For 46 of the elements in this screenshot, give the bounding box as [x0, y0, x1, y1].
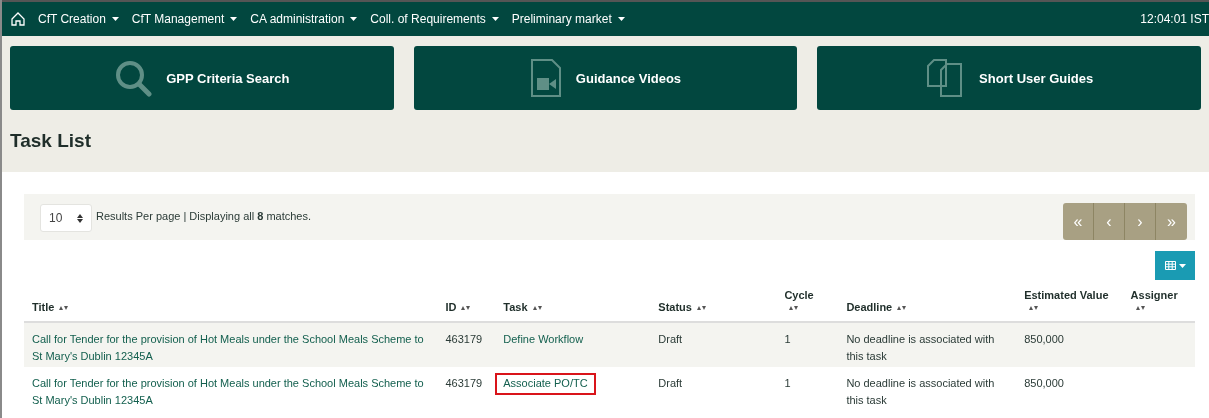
nav-menu-item[interactable]: CfT Management — [131, 12, 238, 26]
caret-icon — [350, 17, 358, 21]
nav-menu-item[interactable]: CA administration — [250, 12, 358, 26]
task-link[interactable]: Associate PO/TC — [495, 373, 596, 395]
table-cell: 850,000 — [1016, 367, 1123, 411]
sort-icon[interactable] — [897, 305, 907, 311]
table-cell: 1 — [776, 322, 839, 367]
nav-menu-item[interactable]: Preliminary market — [511, 12, 625, 26]
sort-icon[interactable] — [789, 305, 799, 311]
caret-icon — [111, 17, 119, 21]
table-cell: No deadline is associated with this task — [838, 367, 1017, 411]
sort-icon[interactable] — [1135, 305, 1145, 311]
sort-icon[interactable] — [461, 305, 471, 311]
sort-icon[interactable] — [59, 305, 69, 311]
caret-icon — [617, 17, 625, 21]
table-cell: No deadline is associated with this task — [838, 322, 1017, 367]
results-summary: Results Per page | Displaying all 8 matches. — [96, 210, 312, 222]
column-toggle-button[interactable] — [1155, 251, 1195, 280]
tile-link[interactable]: Guidance Videos — [413, 46, 798, 110]
tile-link[interactable]: Short User Guides — [817, 46, 1201, 110]
search-icon — [114, 59, 153, 97]
caret-icon — [491, 17, 499, 21]
sort-icon[interactable] — [696, 305, 706, 311]
nav-menu-item[interactable]: Coll. of Requirements — [370, 12, 499, 26]
table-cell: Draft — [650, 367, 777, 411]
tile-link[interactable]: GPP Criteria Search — [10, 46, 394, 110]
per-page-select[interactable]: 10 — [40, 204, 92, 232]
video-file-icon — [529, 58, 562, 98]
table-cell: 463179 — [437, 322, 496, 367]
nav-menu-item[interactable]: CfT Creation — [38, 12, 119, 26]
task-link[interactable]: Define Workflow — [495, 329, 592, 351]
table-cell: Draft — [650, 322, 777, 367]
table-cell: 850,000 — [1016, 322, 1123, 367]
clock-time: 12:04:01 IST — [1140, 12, 1209, 26]
caret-icon — [230, 17, 238, 21]
caret-icon — [1178, 263, 1186, 268]
table-cell: 1 — [776, 367, 839, 411]
tender-title-link[interactable]: Call for Tender for the provision of Hot Meals under the School Meals Scheme to St Mary's Dublin 12345A — [32, 331, 430, 365]
sort-icon[interactable] — [1029, 305, 1039, 311]
stepper-arrows-icon[interactable] — [77, 213, 83, 223]
table-grid-icon — [1164, 261, 1176, 270]
home-icon[interactable] — [10, 11, 26, 27]
page-heading: Task List — [10, 129, 92, 153]
table-cell: 463179 — [437, 367, 496, 411]
tender-title-link[interactable]: Call for Tender for the provision of Hot Meals under the School Meals Scheme to St Mary's Dublin 12345A — [32, 375, 430, 409]
sort-icon[interactable] — [532, 305, 542, 311]
